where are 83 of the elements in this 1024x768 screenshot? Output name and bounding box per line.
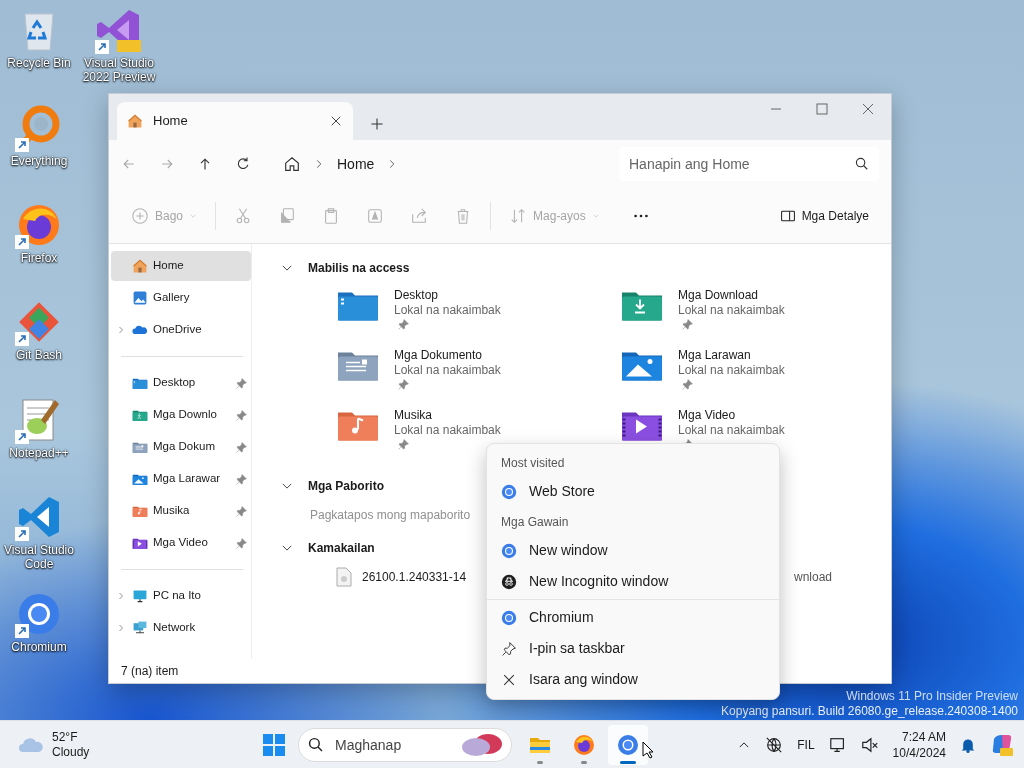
incognito-icon — [501, 573, 517, 590]
sidebar-item[interactable]: Musika — [111, 496, 251, 526]
sidebar-item[interactable]: OneDrive — [111, 315, 251, 345]
item-count: 7 (na) item — [121, 663, 179, 680]
sidebar-item[interactable]: Network — [111, 613, 251, 643]
sidebar-item[interactable]: Gallery — [111, 283, 251, 313]
search-field[interactable]: Hanapin ang Home — [619, 147, 879, 181]
sidebar-item[interactable]: PC na Ito — [111, 581, 251, 611]
empty-note: Pagkatapos mong mapaborito — [310, 507, 471, 524]
sidebar-item[interactable]: Home — [111, 251, 251, 281]
refresh-icon[interactable] — [235, 156, 251, 172]
plus-icon[interactable] — [369, 116, 385, 132]
folder-location: Lokal na nakaimbak — [394, 303, 501, 318]
house-icon — [132, 258, 148, 274]
sidebar-item[interactable]: Mga Video — [111, 528, 251, 558]
bell-icon[interactable] — [960, 736, 976, 753]
menu-item[interactable]: New Incognito window — [487, 566, 779, 597]
chromium-icon — [501, 542, 517, 559]
sidebar-item[interactable]: Mga Dokum — [111, 432, 251, 462]
music-folder-icon — [132, 504, 148, 518]
sidebar-item[interactable]: Mga Larawar — [111, 464, 251, 494]
firefox-icon[interactable] — [572, 732, 596, 757]
close-icon — [329, 114, 343, 128]
details-button[interactable]: Mga Detalye — [771, 200, 877, 231]
chromium-icon[interactable] — [616, 732, 640, 757]
folder-name[interactable]: Mga Download — [678, 288, 785, 303]
folder-location: Lokal na nakaimbak — [678, 423, 785, 438]
sidebar-item[interactable]: Mga Downlo — [111, 400, 251, 430]
globe-crossed-icon[interactable] — [765, 735, 784, 754]
file-name[interactable]: 26100.1.240331-14 — [362, 568, 467, 586]
language-indicator[interactable]: FIL — [797, 735, 815, 754]
copilot-icon[interactable] — [990, 732, 1014, 757]
desktop-folder-icon — [132, 376, 148, 390]
chromium-icon — [501, 609, 517, 626]
folder-name[interactable]: Musika — [394, 408, 501, 423]
document-folder-icon — [132, 440, 148, 454]
folder-location: Lokal na nakaimbak — [678, 303, 785, 318]
temperature: 52°F — [52, 729, 79, 745]
breadcrumb[interactable]: Home — [337, 153, 375, 175]
desktop-icon-label[interactable]: Chromium — [11, 640, 67, 654]
menu-item[interactable]: New window — [487, 535, 779, 566]
section-heading: Mga Paborito — [308, 478, 384, 495]
folder-name[interactable]: Mga Video — [678, 408, 785, 423]
speaker-muted-icon[interactable] — [860, 735, 879, 754]
search-icon — [308, 736, 324, 753]
menu-item[interactable]: Isara ang window — [487, 664, 779, 695]
network-icon — [132, 620, 148, 636]
maximize-icon[interactable] — [816, 103, 828, 115]
watermark-text: Kopyang pansuri. Build 26080.ge_release.240308-1400 — [721, 704, 1018, 719]
clock[interactable]: 7:24 AM 10/4/2024 — [892, 728, 946, 761]
pin-icon — [501, 640, 517, 657]
watermark-text: Windows 11 Pro Insider Preview — [845, 689, 1018, 704]
file-location: wnload — [793, 569, 832, 586]
windows-start-icon[interactable] — [262, 732, 286, 757]
folder-name[interactable]: Desktop — [394, 288, 501, 303]
gallery-icon — [132, 290, 148, 306]
search-icon — [855, 157, 869, 171]
tab[interactable]: Home — [117, 102, 353, 140]
folder-name[interactable]: Mga Larawan — [678, 348, 785, 363]
folder-name[interactable]: Mga Dokumento — [394, 348, 501, 363]
download-folder-icon — [132, 408, 148, 422]
close-icon[interactable] — [862, 103, 874, 115]
menu-item[interactable]: Web Store — [487, 476, 779, 507]
taskbar-search-field[interactable]: Maghanap — [298, 727, 512, 762]
video-folder-icon — [132, 536, 148, 550]
house-outline-icon[interactable] — [283, 155, 301, 173]
menu-item[interactable]: Chromium — [487, 602, 779, 633]
chromium-icon — [501, 483, 517, 500]
folder-location: Lokal na nakaimbak — [394, 423, 501, 438]
monitor-icon — [132, 588, 148, 604]
monitor-icon[interactable] — [828, 735, 847, 754]
menu-heading: Mga Gawain — [500, 514, 570, 531]
folder-location: Lokal na nakaimbak — [678, 363, 785, 378]
file-icon — [336, 567, 352, 587]
menu-item[interactable]: I-pin sa taskbar — [487, 633, 779, 664]
sidebar-item[interactable]: Desktop — [111, 368, 251, 398]
picture-folder-icon — [132, 472, 148, 486]
section-heading: Mabilis na access — [308, 260, 410, 277]
house-icon — [127, 113, 143, 129]
folder-location: Lokal na nakaimbak — [394, 363, 501, 378]
menu-heading: Most visited — [500, 455, 566, 472]
section-heading: Kamakailan — [308, 540, 375, 557]
weather-condition: Cloudy — [52, 744, 90, 760]
